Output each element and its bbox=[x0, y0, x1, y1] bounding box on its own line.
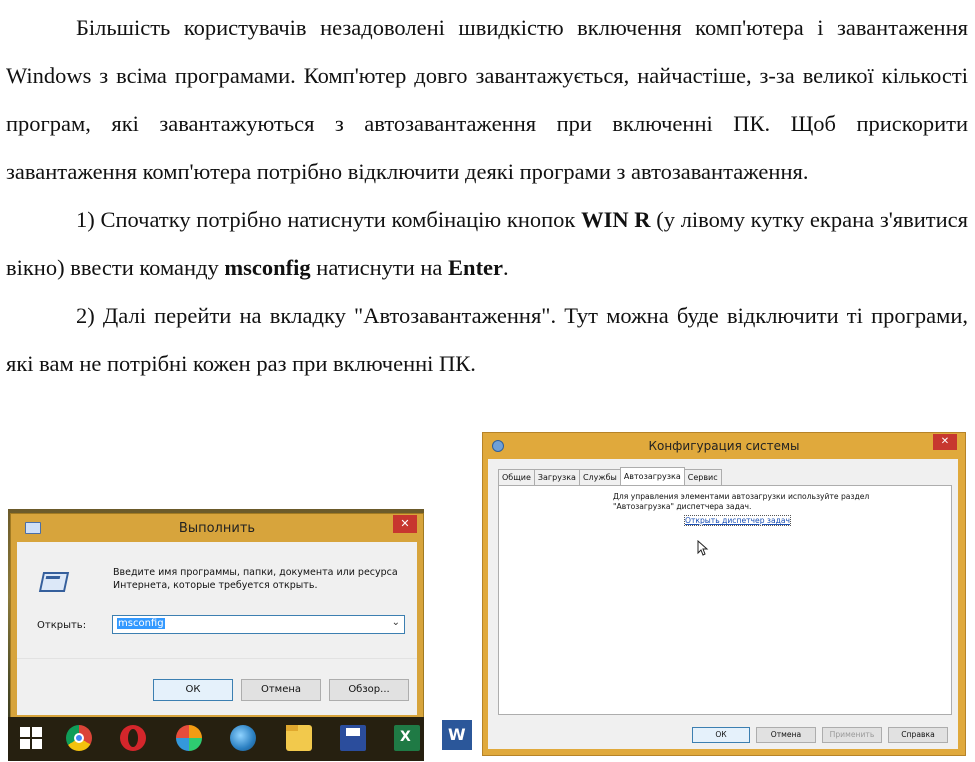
key-combo: WIN R bbox=[581, 207, 651, 232]
run-icon bbox=[38, 572, 70, 592]
mouse-cursor-icon bbox=[697, 540, 709, 556]
startup-panel: Для управления элементами автозагрузки и… bbox=[498, 485, 952, 715]
cancel-button[interactable]: Отмена bbox=[756, 727, 816, 743]
enter-key: Enter bbox=[448, 255, 504, 280]
config-tabs: Общие Загрузка Службы Автозагрузка Серви… bbox=[498, 467, 722, 485]
word-icon[interactable]: W bbox=[440, 718, 474, 752]
cancel-button[interactable]: Отмена bbox=[241, 679, 321, 701]
run-dialog-body: Введите имя программы, папки, документа … bbox=[17, 542, 417, 715]
open-label: Открыть: bbox=[37, 620, 87, 631]
ok-button[interactable]: ОК bbox=[153, 679, 233, 701]
folder-icon[interactable] bbox=[286, 725, 312, 751]
chevron-down-icon[interactable]: ⌄ bbox=[392, 617, 400, 628]
paragraph-step-1: 1) Спочатку потрібно натиснути комбінаці… bbox=[6, 207, 968, 280]
browse-button[interactable]: Обзор... bbox=[329, 679, 409, 701]
open-input-value: msconfig bbox=[117, 618, 165, 629]
run-description: Введите имя программы, папки, документа … bbox=[113, 567, 398, 591]
paragraph-intro: Більшість користувачів незадоволені швид… bbox=[6, 15, 968, 184]
close-button[interactable]: ✕ bbox=[393, 515, 417, 533]
config-title: Конфигурация системы bbox=[648, 439, 800, 453]
paragraph-step-2: 2) Далі перейти на вкладку "Автозавантаж… bbox=[6, 303, 968, 376]
tab-services[interactable]: Службы bbox=[578, 469, 621, 485]
chrome-icon[interactable] bbox=[66, 725, 92, 751]
tab-startup[interactable]: Автозагрузка bbox=[619, 467, 685, 485]
run-button-row: ОК Отмена Обзор... bbox=[17, 658, 417, 715]
tab-tools[interactable]: Сервис bbox=[683, 469, 722, 485]
help-button[interactable]: Справка bbox=[888, 727, 948, 743]
colorful-app-icon[interactable] bbox=[176, 725, 202, 751]
tab-boot[interactable]: Загрузка bbox=[533, 469, 580, 485]
run-title: Выполнить bbox=[178, 521, 256, 536]
startup-info: Для управления элементами автозагрузки и… bbox=[613, 492, 870, 511]
run-dialog-screenshot: Выполнить ✕ Введите имя программы, папки… bbox=[8, 509, 424, 761]
article-text: Більшість користувачів незадоволені швид… bbox=[6, 4, 968, 388]
open-input[interactable]: msconfig ⌄ bbox=[112, 615, 405, 634]
open-task-manager-link[interactable]: Открыть диспетчер задач bbox=[683, 515, 792, 526]
tab-general[interactable]: Общие bbox=[498, 469, 535, 485]
browser-globe-icon[interactable] bbox=[230, 725, 256, 751]
ok-button[interactable]: ОК bbox=[692, 727, 750, 743]
excel-icon[interactable]: X bbox=[394, 725, 420, 751]
run-dialog-window: Выполнить ✕ Введите имя программы, папки… bbox=[10, 513, 424, 719]
apply-button[interactable]: Применить bbox=[822, 727, 882, 743]
save-disk-icon[interactable] bbox=[340, 725, 366, 751]
taskbar: X bbox=[8, 717, 424, 761]
close-button[interactable]: ✕ bbox=[933, 434, 957, 450]
opera-icon[interactable] bbox=[120, 725, 146, 751]
command-name: msconfig bbox=[224, 255, 311, 280]
run-titlebar: Выполнить ✕ bbox=[11, 514, 423, 542]
config-body: Общие Загрузка Службы Автозагрузка Серви… bbox=[488, 459, 958, 749]
system-config-screenshot: Конфигурация системы ✕ Общие Загрузка Сл… bbox=[482, 432, 966, 756]
windows-start-icon[interactable] bbox=[20, 727, 42, 749]
